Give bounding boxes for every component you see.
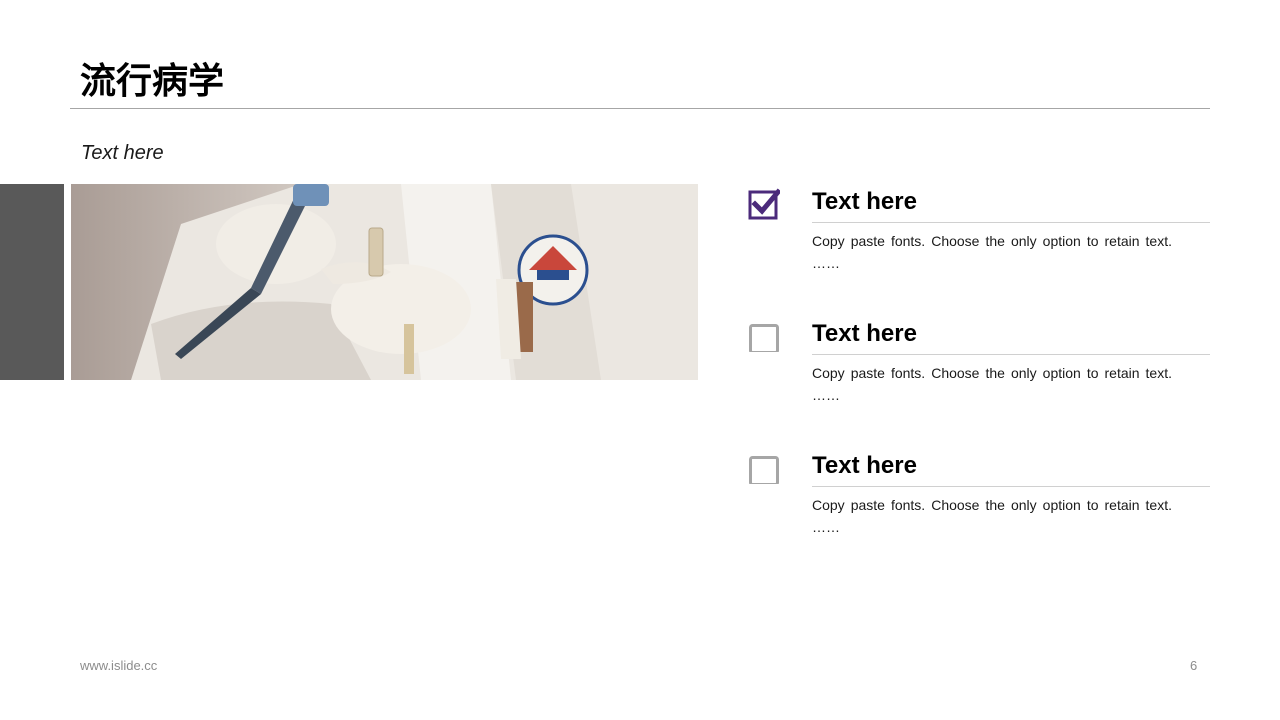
item-heading: Text here <box>812 188 917 215</box>
item-description: Copy paste fonts. Choose the only option… <box>812 233 1172 249</box>
lab-photo <box>71 184 698 380</box>
title-divider <box>70 108 1210 109</box>
item-ellipsis: …… <box>812 387 840 403</box>
item-ellipsis: …… <box>812 519 840 535</box>
slide: 流行病学 Text here Text here Copy paste font… <box>0 0 1280 720</box>
item-divider <box>812 354 1210 355</box>
checkbox-empty-icon[interactable] <box>748 320 780 354</box>
slide-title: 流行病学 <box>80 61 225 102</box>
item-description: Copy paste fonts. Choose the only option… <box>812 365 1172 381</box>
item-divider <box>812 486 1210 487</box>
item-ellipsis: …… <box>812 255 840 271</box>
item-heading: Text here <box>812 452 917 479</box>
feature-item: Text here Copy paste fonts. Choose the o… <box>748 448 1210 548</box>
footer-url[interactable]: www.islide.cc <box>80 658 157 673</box>
item-heading: Text here <box>812 320 917 347</box>
feature-item: Text here Copy paste fonts. Choose the o… <box>748 184 1210 284</box>
checkbox-checked-icon[interactable] <box>748 188 782 220</box>
item-description: Copy paste fonts. Choose the only option… <box>812 497 1172 513</box>
checkbox-empty-icon[interactable] <box>748 452 780 486</box>
slide-subtitle: Text here <box>81 142 164 164</box>
item-divider <box>812 222 1210 223</box>
feature-item: Text here Copy paste fonts. Choose the o… <box>748 316 1210 416</box>
page-number: 6 <box>1190 658 1198 673</box>
side-accent-bar <box>0 184 64 380</box>
